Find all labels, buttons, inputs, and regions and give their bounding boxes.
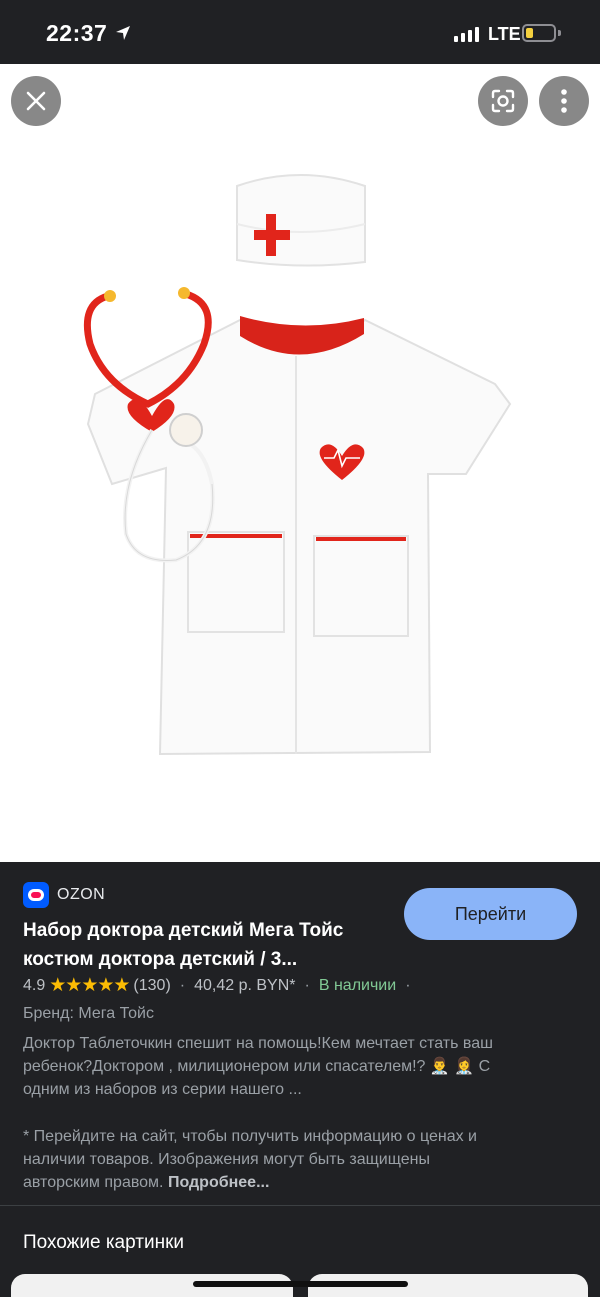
title-line-2: костюм доктора детский / 3... — [23, 949, 298, 970]
separator-dot: · — [179, 976, 186, 994]
meta-row: 4.9 ★★★★★ (130) · 40,42 р. BYN* · В нали… — [23, 974, 420, 997]
copyright-disclaimer: * Перейдите на сайт, чтобы получить инфо… — [23, 1125, 563, 1194]
close-icon — [26, 91, 46, 111]
status-bar: 22:37 LTE — [0, 0, 600, 64]
separator-dot: · — [405, 976, 411, 994]
review-count: (130) — [133, 976, 171, 994]
more-options-button[interactable] — [539, 76, 589, 126]
separator-dot: · — [304, 976, 310, 994]
disclaimer-line-3: авторским правом. — [23, 1174, 164, 1191]
location-arrow-icon — [116, 26, 130, 40]
lens-search-icon — [491, 89, 515, 113]
title-line-1: Набор доктора детский Мега Тойс — [23, 920, 344, 941]
disclaimer-line-1: * Перейдите на сайт, чтобы получить инфо… — [23, 1128, 477, 1145]
description-line-1: Доктор Таблеточкин спешит на помощь!Кем … — [23, 1035, 493, 1052]
visit-button[interactable]: Перейти — [404, 888, 577, 940]
disclaimer-line-2: наличии товаров. Изображения могут быть … — [23, 1151, 430, 1168]
image-viewer — [0, 64, 600, 862]
rating-stars-icon: ★★★★★ — [49, 975, 130, 996]
source-name: OZON — [57, 886, 106, 903]
battery-icon — [522, 24, 556, 42]
description-line-3: одним из наборов из серии нашего ... — [23, 1081, 302, 1098]
brand-label: Бренд: Мега Тойс — [23, 1005, 154, 1022]
battery-tip — [558, 30, 561, 36]
description-line-2: ребенок?Доктором , милиционером или спас… — [23, 1058, 491, 1075]
product-image — [83, 174, 512, 756]
divider — [0, 1205, 600, 1206]
rating-value: 4.9 — [23, 976, 46, 994]
home-indicator[interactable] — [193, 1281, 408, 1287]
lens-search-button[interactable] — [478, 76, 528, 126]
description: Доктор Таблеточкин спешит на помощь!Кем … — [23, 1032, 583, 1101]
similar-images-heading: Похожие картинки — [23, 1232, 184, 1253]
network-label: LTE — [488, 24, 521, 44]
status-time: 22:37 — [46, 20, 108, 46]
more-vert-icon — [561, 89, 567, 113]
signal-icon — [454, 26, 479, 42]
result-title[interactable]: Набор доктора детский Мега Тойс костюм д… — [23, 916, 393, 974]
result-info-panel: OZON Перейти Набор доктора детский Мега … — [0, 862, 600, 1297]
price: 40,42 р. BYN* — [194, 976, 296, 994]
availability: В наличии — [318, 976, 397, 994]
close-button[interactable] — [11, 76, 61, 126]
ozon-logo-icon — [23, 882, 49, 908]
source-row[interactable]: OZON — [23, 882, 105, 908]
more-details-link[interactable]: Подробнее... — [168, 1174, 269, 1191]
